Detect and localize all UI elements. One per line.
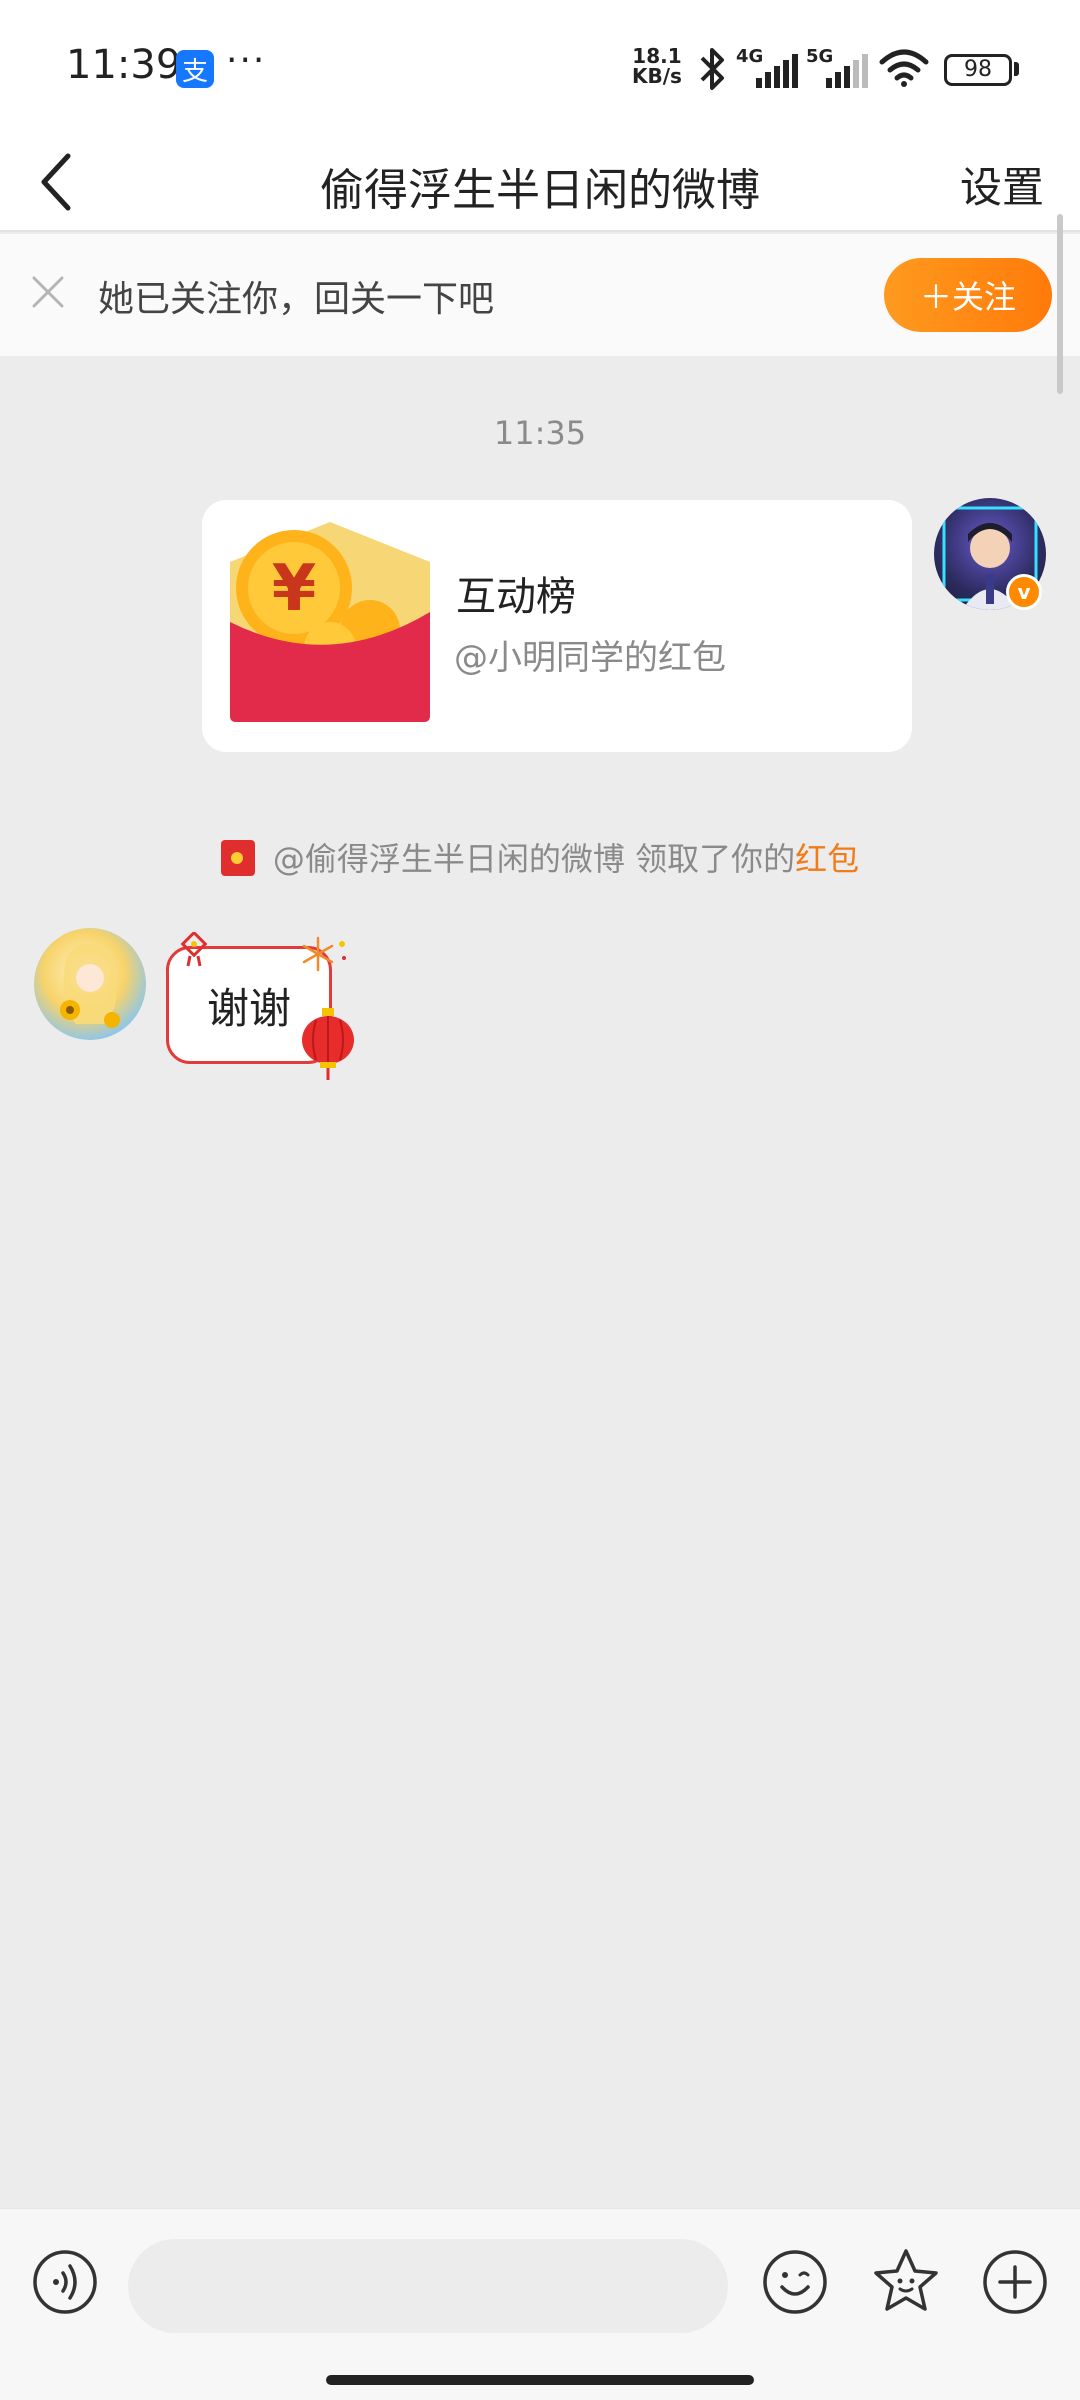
follow-back-text: 她已关注你，回关一下吧 <box>98 279 495 320</box>
follow-button[interactable]: ＋关注 <box>884 258 1052 332</box>
scrollbar[interactable] <box>1057 214 1063 394</box>
signal-5g-icon: 5G <box>806 46 868 88</box>
red-packet-notice: @偷得浮生半日闲的微博 领取了你的红包 <box>0 834 1080 880</box>
battery-icon: 98 <box>944 54 1012 86</box>
back-arrow-icon[interactable] <box>30 142 110 222</box>
sender-avatar[interactable] <box>34 928 146 1040</box>
net-speed-value: 18.1 <box>632 44 682 68</box>
card-subtitle: @小明同学的红包 <box>454 638 726 678</box>
net-speed-unit: KB/s <box>632 64 682 88</box>
voice-input-icon[interactable] <box>32 2249 98 2315</box>
page-title: 偷得浮生半日闲的微博 <box>320 165 760 216</box>
emoji-icon[interactable] <box>762 2249 828 2315</box>
verified-badge-icon: v <box>1006 574 1042 610</box>
alipay-icon: 支 <box>176 50 214 88</box>
status-bar: 11:39 支 ··· 18.1 KB/s 4G 5G 98 <box>0 0 1080 136</box>
svg-text:¥: ¥ <box>272 552 317 626</box>
more-notifications-icon: ··· <box>226 40 267 81</box>
wifi-icon <box>879 49 929 87</box>
red-packet-icon: ¥ <box>230 522 430 722</box>
firework-icon <box>302 936 346 972</box>
signal-4g-icon: 4G <box>736 46 798 88</box>
lantern-icon <box>302 1008 354 1080</box>
notice-text: @偷得浮生半日闲的微博 领取了你的 <box>272 840 796 878</box>
message-timestamp: 11:35 <box>493 414 587 452</box>
chat-header: 偷得浮生半日闲的微博 设置 <box>0 136 1080 232</box>
sticker-icon[interactable] <box>872 2247 940 2315</box>
red-packet-small-icon <box>220 840 255 876</box>
battery-cap <box>1014 62 1019 76</box>
home-indicator[interactable] <box>326 2375 754 2385</box>
red-packet-card[interactable]: ¥ 互动榜 @小明同学的红包 <box>202 500 912 752</box>
sender-avatar-art <box>60 944 120 1028</box>
sig2-label: 5G <box>806 46 833 67</box>
status-time: 11:39 <box>66 42 182 88</box>
sig1-label: 4G <box>736 46 763 67</box>
plus-icon[interactable] <box>982 2249 1048 2315</box>
settings-button[interactable]: 设置 <box>960 154 1044 215</box>
chinese-knot-icon <box>180 932 208 967</box>
input-bar <box>0 2208 1080 2400</box>
red-packet-link[interactable]: 红包 <box>795 840 859 878</box>
card-title: 互动榜 <box>456 574 576 620</box>
message-input[interactable] <box>128 2239 728 2333</box>
close-icon[interactable] <box>28 272 68 312</box>
bluetooth-icon <box>700 48 724 90</box>
net-speed: 18.1 KB/s <box>632 46 682 86</box>
follow-back-banner: 她已关注你，回关一下吧 ＋关注 <box>0 234 1080 356</box>
